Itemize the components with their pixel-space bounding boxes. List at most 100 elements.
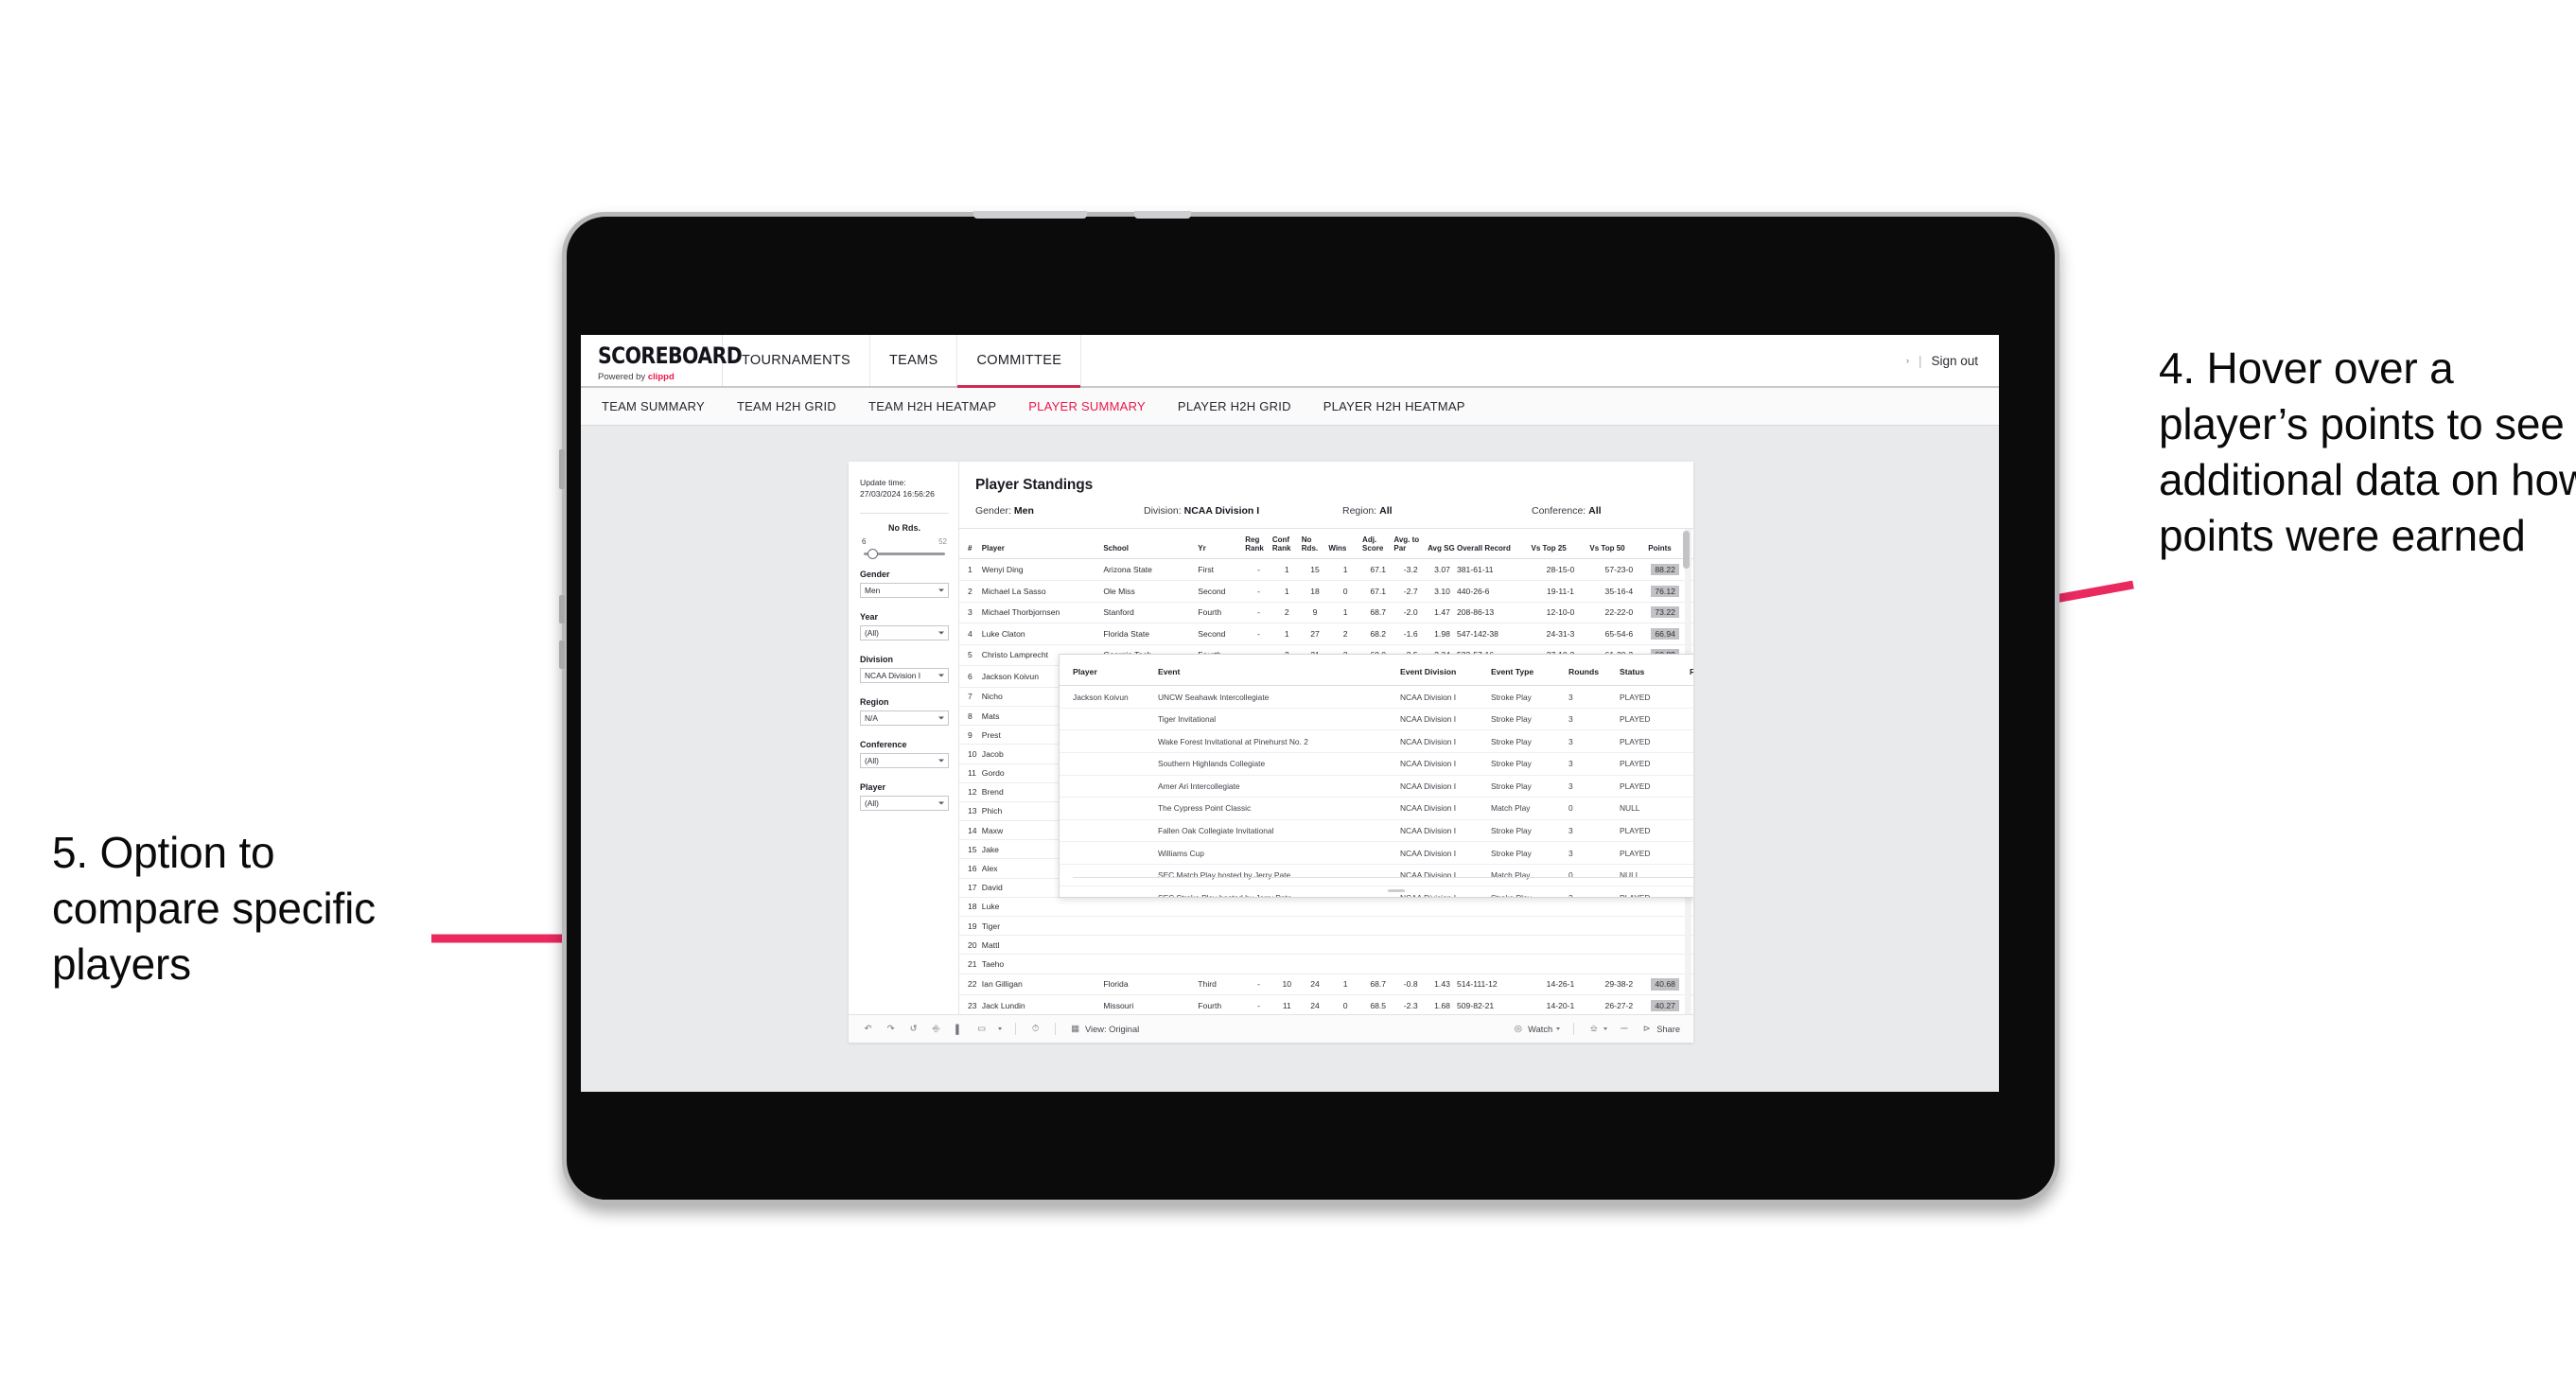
- top-nav-teams[interactable]: TEAMS: [870, 335, 958, 386]
- table-row[interactable]: 22 Ian Gilligan Florida Third -10 24 1 68.7 -0.8…: [959, 974, 1693, 996]
- summary-region: Region: All: [1342, 505, 1532, 517]
- table-row[interactable]: 3 Michael Thorbjornsen Stanford Fourth -2 9 1 6…: [959, 602, 1693, 624]
- col-avg-to-par[interactable]: Avg. to Par: [1393, 529, 1428, 560]
- cell-avg-sg: 1.98: [1428, 623, 1457, 645]
- sub-nav-team-summary[interactable]: TEAM SUMMARY: [602, 399, 705, 413]
- redo-icon[interactable]: ↷: [885, 1023, 897, 1035]
- chevron-down-icon[interactable]: [998, 1027, 1002, 1030]
- cell-vs-top-25: [1531, 897, 1590, 918]
- tooltip-row: The Cypress Point Classic NCAA Division I…: [1060, 797, 1693, 820]
- watch-button[interactable]: ◎ Watch: [1512, 1023, 1561, 1035]
- tablet-power-button[interactable]: [559, 449, 565, 489]
- top-nav-committee[interactable]: COMMITTEE: [957, 335, 1082, 388]
- divider: |: [1918, 353, 1922, 368]
- tooltip-cell-rounds: 3: [1568, 752, 1620, 776]
- table-row[interactable]: 21 Taeho: [959, 954, 1693, 974]
- sub-nav-team-h2h-grid[interactable]: TEAM H2H GRID: [737, 399, 836, 413]
- pause-updates-icon[interactable]: ▌: [953, 1023, 965, 1035]
- no-rounds-slider-handle[interactable]: [867, 548, 878, 559]
- cell-avg-sg: 3.07: [1428, 558, 1457, 581]
- filter-select-player[interactable]: (All): [860, 795, 949, 811]
- filter-select-gender[interactable]: Men: [860, 582, 949, 598]
- dashboard-bottom-toolbar: ↶ ↷ ↺ ⎆ ▌ ▭ ⏱ ▦ View: Original ◎ Watch ⎒…: [849, 1014, 1693, 1043]
- cell-rank: 17: [959, 878, 982, 898]
- table-row[interactable]: 4 Luke Claton Florida State Second -1 27 2 68.2…: [959, 623, 1693, 645]
- table-row[interactable]: 19 Tiger: [959, 916, 1693, 937]
- col-avg-sg[interactable]: Avg SG: [1428, 529, 1457, 560]
- cell-avg-to-par: -2.0: [1393, 602, 1428, 624]
- table-row[interactable]: 1 Wenyi Ding Arizona State First -1 15 1 67.1 -3…: [959, 558, 1693, 581]
- download-button[interactable]: ⎒: [1587, 1023, 1608, 1035]
- cell-no-rounds: 15: [1301, 558, 1329, 581]
- col-overall-record[interactable]: Overall Record: [1457, 529, 1532, 560]
- cell-rank: 5: [959, 644, 982, 667]
- sub-nav-player-h2h-grid[interactable]: PLAYER H2H GRID: [1178, 399, 1291, 413]
- tablet-volume-up-button[interactable]: [559, 595, 565, 623]
- tooltip-cell-event-division: NCAA Division I: [1400, 864, 1491, 887]
- col-conf-rank[interactable]: Conf Rank: [1271, 529, 1302, 560]
- view-original-label: View: Original: [1085, 1024, 1140, 1034]
- col-adj-score[interactable]: Adj. Score: [1362, 529, 1394, 560]
- filter-select-conference[interactable]: (All): [860, 752, 949, 768]
- col-reg-rank[interactable]: Reg Rank: [1245, 529, 1272, 560]
- col-vs-top-25[interactable]: Vs Top 25: [1531, 529, 1590, 560]
- tooltip-cell-event: Southern Highlands Collegiate: [1158, 752, 1400, 776]
- filter-value-gender: Men: [865, 585, 881, 595]
- user-chevron-icon[interactable]: ›: [1906, 356, 1909, 365]
- table-row[interactable]: 2 Michael La Sasso Ole Miss Second -1 18 0 67.1…: [959, 580, 1693, 603]
- sign-out-link[interactable]: Sign out: [1931, 354, 1978, 368]
- filter-group-division: Division NCAA Division I: [860, 655, 949, 683]
- chevron-down-icon: [938, 588, 944, 592]
- sub-nav-player-h2h-heatmap[interactable]: PLAYER H2H HEATMAP: [1323, 399, 1465, 413]
- app-logo[interactable]: SCOREBOARD Powered by clippd: [581, 335, 743, 386]
- tooltip-row: Tiger Invitational NCAA Division I Stroke …: [1060, 708, 1693, 731]
- col-wins[interactable]: Wins: [1328, 529, 1363, 560]
- sub-nav-player-summary[interactable]: PLAYER SUMMARY: [1028, 399, 1146, 413]
- col-year[interactable]: Yr: [1198, 529, 1246, 560]
- col-school[interactable]: School: [1103, 529, 1199, 560]
- cell-vs-top-25: 14-26-1: [1531, 974, 1590, 996]
- cell-rank: 11: [959, 763, 982, 783]
- table-row[interactable]: 18 Luke: [959, 897, 1693, 918]
- undo-icon[interactable]: ↶: [862, 1023, 874, 1035]
- col-rank[interactable]: #: [959, 529, 982, 560]
- share-button[interactable]: ⊳ Share: [1640, 1023, 1680, 1035]
- revert-icon[interactable]: ↺: [907, 1023, 920, 1035]
- filter-select-division[interactable]: NCAA Division I: [860, 667, 949, 683]
- standings-table-head: # Player School Yr Reg Rank Conf Rank No…: [959, 529, 1693, 560]
- cell-no-rounds: 18: [1301, 580, 1329, 603]
- top-nav-tournaments[interactable]: TOURNAMENTS: [723, 335, 871, 386]
- tooltip-cell-rank-impact: + 1: [1690, 797, 1693, 820]
- tooltip-cell-status: PLAYED: [1620, 886, 1690, 897]
- tablet-top-notch-secondary: [1134, 211, 1191, 219]
- filter-select-year[interactable]: (All): [860, 624, 949, 640]
- sub-nav-team-h2h-heatmap[interactable]: TEAM H2H HEATMAP: [868, 399, 996, 413]
- refresh-icon[interactable]: ⎆: [930, 1023, 942, 1035]
- toolbar-divider: [1015, 1023, 1016, 1035]
- view-original-button[interactable]: ▦ View: Original: [1069, 1023, 1139, 1035]
- tablet-volume-down-button[interactable]: [559, 640, 565, 669]
- table-scrollbar-thumb[interactable]: [1683, 531, 1690, 569]
- col-player[interactable]: Player: [981, 529, 1104, 560]
- col-no-rounds[interactable]: No Rds.: [1301, 529, 1329, 560]
- alerts-icon[interactable]: ▭: [975, 1023, 988, 1035]
- slider-range-labels: 6 52: [860, 537, 949, 546]
- tooltip-cell-event-division: NCAA Division I: [1400, 841, 1491, 865]
- tooltip-cell-event: Tiger Invitational: [1158, 708, 1400, 731]
- no-rounds-slider-track[interactable]: [864, 548, 945, 559]
- cell-player: Tiger: [981, 916, 1104, 937]
- filter-select-region[interactable]: N/A: [860, 710, 949, 726]
- cell-reg-rank: -: [1245, 994, 1272, 1014]
- tooltip-cell-status: PLAYED: [1620, 708, 1690, 731]
- table-row[interactable]: 23 Jack Lundin Missouri Fourth -11 24 0 68.5 -2.…: [959, 994, 1693, 1014]
- cell-overall-record: [1457, 916, 1532, 937]
- fullscreen-icon[interactable]: ⎓: [1618, 1023, 1630, 1035]
- view-icon: ▦: [1071, 1024, 1079, 1033]
- history-icon[interactable]: ⏱: [1029, 1023, 1042, 1035]
- cell-player: Ian Gilligan: [981, 974, 1104, 996]
- cell-rank: 10: [959, 744, 982, 764]
- cell-avg-sg: [1428, 916, 1457, 937]
- table-row[interactable]: 20 Mattl: [959, 935, 1693, 956]
- tooltip-resize-handle[interactable]: [1388, 889, 1405, 892]
- col-vs-top-50[interactable]: Vs Top 50: [1589, 529, 1649, 560]
